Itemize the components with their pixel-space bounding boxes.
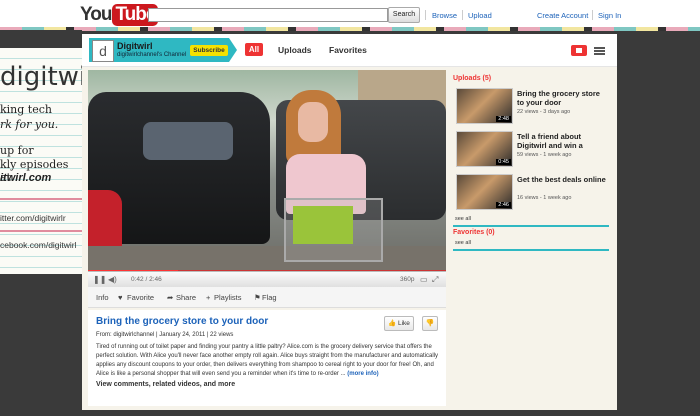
video-actions-bar: Info ♥ Favorite ➦ Share + Playlists ⚑ Fl… [88,287,446,308]
quality-selector[interactable]: 360p [400,276,414,283]
video-description: Tired of running out of toilet paper and… [96,343,440,379]
video-thumbnail[interactable]: 0:45 [456,131,513,167]
background-social-text: itter.com/digitwirlr [0,213,66,223]
section-divider [453,225,609,227]
channel-header: d Digitwirl digitwirlchannel's Channel S… [82,34,617,67]
tab-favorites[interactable]: Favorites [329,45,367,55]
favorite-button[interactable]: Favorite [127,293,154,302]
channel-frame: d Digitwirl digitwirlchannel's Channel S… [82,34,617,410]
search-button[interactable]: Search [388,7,420,23]
heart-icon: ♥ [118,293,123,302]
search-input[interactable] [148,8,388,22]
background-social-text: cebook.com/digitwirl [0,240,77,250]
list-item-meta: 16 views - 1 week ago [517,195,572,201]
divider [425,10,426,20]
thumbs-up-icon: 👍 [388,320,397,327]
flag-button[interactable]: Flag [262,293,277,302]
video-title[interactable]: Bring the grocery store to your door [96,316,268,327]
video-thumbnail[interactable]: 2:46 [456,174,513,210]
view-comments-link[interactable]: View comments, related videos, and more [96,381,235,388]
section-divider [453,249,609,251]
fullscreen-icon[interactable]: ⤢ [432,275,438,285]
youtube-logo[interactable]: You Tube [80,4,159,26]
top-bar: You Tube Search Browse Upload Create Acc… [0,0,700,30]
logo-you-text: You [80,4,113,25]
background-card: digitwirl king tech rk for you. up for k… [0,48,82,274]
time-display: 0:42 / 2:46 [131,276,162,283]
list-item[interactable]: 0:45 Tell a friend about Digitwirl and w… [453,131,611,169]
background-rule [0,198,82,200]
upload-link[interactable]: Upload [468,11,492,20]
list-item-title[interactable]: Get the best deals online [517,175,607,184]
video-scene-bag [293,206,353,244]
tab-uploads[interactable]: Uploads [278,45,312,55]
thumbs-down-icon: 👎 [425,320,435,327]
sidebar: Uploads (5) 2:48 Bring the grocery store… [449,70,612,406]
description-text: Tired of running out of toilet paper and… [96,344,438,377]
like-label: Like [397,320,410,327]
background-text: up for [0,144,34,157]
uploads-heading[interactable]: Uploads (5) [453,75,491,82]
flag-icon: ⚑ [254,293,261,302]
subscribe-button[interactable]: Subscribe [190,45,228,56]
favorites-heading[interactable]: Favorites (0) [453,229,495,236]
video-player[interactable]: ❚❚ ◀) 0:42 / 2:46 360p ▭ ⤢ Info ♥ Favori… [88,70,446,308]
share-button[interactable]: Share [176,293,196,302]
list-item-title[interactable]: Bring the grocery store to your door [517,89,607,107]
info-tab[interactable]: Info [96,293,109,302]
video-scene-ground [88,246,446,271]
playlist-icon: + [206,293,211,302]
color-stripe [0,27,700,31]
background-art: digitwirl king tech rk for you. up for k… [0,30,82,416]
duration-badge: 2:48 [496,116,511,122]
background-text: king tech [0,103,52,116]
list-item-meta: 59 views - 1 week ago [517,152,572,158]
channel-name[interactable]: Digitwirl [117,41,153,51]
list-item[interactable]: 2:48 Bring the grocery store to your doo… [453,88,611,126]
share-icon: ➦ [167,293,174,302]
video-scene-face [298,102,328,142]
video-thumbnail[interactable]: 2:48 [456,88,513,124]
uploads-see-all-link[interactable]: see all [455,216,471,222]
dislike-button[interactable]: 👎 [422,316,438,331]
channel-avatar[interactable]: d [92,40,114,62]
background-text: itwirl.com [0,172,52,184]
list-item-title[interactable]: Tell a friend about Digitwirl and win a [517,132,607,150]
more-info-link[interactable]: (more info) [347,371,378,377]
pause-icon[interactable]: ❚❚ [93,275,106,284]
favorites-see-all-link[interactable]: see all [455,240,471,246]
divider [462,10,463,20]
video-frame[interactable] [88,70,446,271]
background-text: rk for you. [0,118,59,131]
playlists-button[interactable]: Playlists [214,293,242,302]
browse-link[interactable]: Browse [432,11,457,20]
channel-badge: d Digitwirl digitwirlchannel's Channel S… [89,38,237,62]
video-info: Bring the grocery store to your door Fro… [88,310,446,406]
like-button[interactable]: 👍 Like [384,316,414,331]
popout-icon[interactable]: ▭ [420,275,428,284]
background-rule [0,230,82,232]
sign-in-link[interactable]: Sign In [598,11,621,20]
grid-view-icon[interactable] [594,47,605,55]
duration-badge: 2:46 [496,202,511,208]
player-controls: ❚❚ ◀) 0:42 / 2:46 360p ▭ ⤢ [88,271,446,288]
player-view-icon[interactable] [571,45,587,56]
duration-badge: 0:45 [496,159,511,165]
video-meta: From: digitwirlchannel | January 24, 201… [96,332,234,338]
divider [592,10,593,20]
tab-all[interactable]: All [245,43,263,56]
list-item-meta: 22 views - 3 days ago [517,109,571,115]
background-brand-text: digitwirl [0,62,82,92]
channel-subtitle: digitwirlchannel's Channel [117,52,187,58]
volume-icon[interactable]: ◀) [108,275,117,284]
list-item[interactable]: 2:46 Get the best deals online 16 views … [453,174,611,212]
create-account-link[interactable]: Create Account [537,11,588,20]
